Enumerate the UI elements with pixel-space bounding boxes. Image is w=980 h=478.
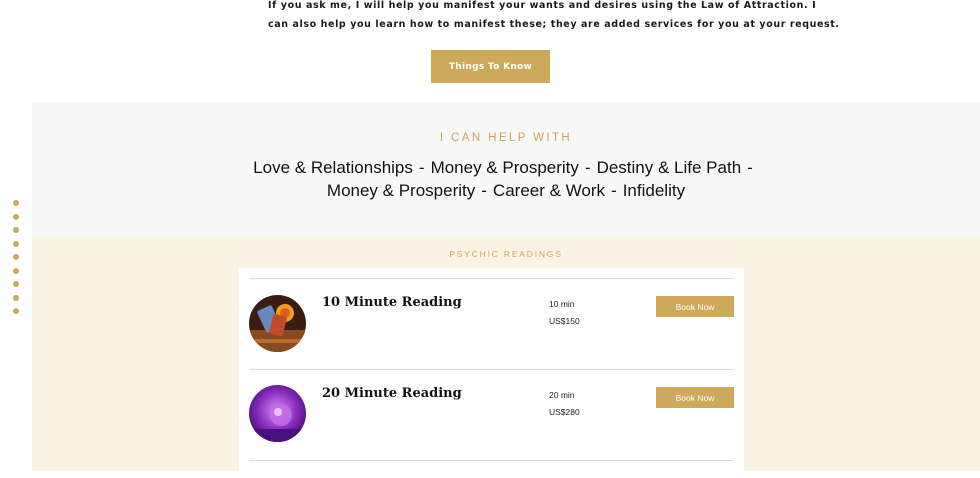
readings-section: PSYCHIC READINGS 10 Minute Reading 10 mi… [32, 236, 980, 478]
topic-career: Career & Work [492, 181, 606, 200]
help-title: I CAN HELP WITH [439, 132, 573, 144]
intro-line-2: can also help you learn how to manifest … [268, 19, 840, 30]
intro-line-1: If you ask me, I will help you manifest … [268, 0, 817, 11]
topic-money: Money & Prosperity [430, 158, 579, 177]
help-section: I CAN HELP WITH Love & Relationships - Mon… [32, 102, 980, 236]
service-image-crystal[interactable] [249, 385, 306, 442]
help-topics-row-1: Love & Relationships - Money & Prosperity -… [253, 158, 753, 177]
topic-destiny: Destiny & Life Path [596, 158, 742, 177]
nav-dot[interactable] [13, 254, 19, 260]
service-image-tarot[interactable] [249, 295, 306, 352]
service-price: US$280 [549, 407, 580, 417]
service-duration: 20 min [549, 390, 575, 400]
nav-dot[interactable] [13, 213, 19, 220]
service-name[interactable]: 20 Minute Reading [322, 386, 462, 401]
topic-money-2: Money & Prosperity [326, 181, 476, 200]
nav-dot[interactable] [13, 267, 19, 274]
help-topics-row-2: Money & Prosperity - Career & Work - Infidel… [326, 181, 686, 200]
nav-dot[interactable] [13, 294, 19, 301]
readings-title: PSYCHIC READINGS [449, 249, 563, 259]
help-topics: Love & Relationships - Money & Prosperity -… [32, 156, 980, 202]
topic-love: Love & Relationships [253, 158, 413, 177]
divider [249, 460, 734, 461]
service-name[interactable]: 10 Minute Reading [322, 295, 462, 310]
nav-dot[interactable] [13, 308, 19, 314]
service-item: 10 Minute Reading 10 min US$150 Book Now [239, 279, 744, 369]
book-now-button[interactable]: Book Now [656, 296, 734, 317]
service-duration: 10 min [549, 299, 575, 309]
nav-dot[interactable] [13, 200, 19, 206]
nav-dot[interactable] [13, 240, 19, 247]
side-dot-nav [13, 200, 19, 322]
nav-dot[interactable] [13, 281, 19, 287]
topic-infidelity: Infidelity [622, 181, 686, 200]
things-to-know-button[interactable]: Things To Know [431, 50, 550, 83]
service-price: US$150 [549, 316, 580, 326]
book-now-button[interactable]: Book Now [656, 387, 734, 408]
service-item: 20 Minute Reading 20 min US$280 Book Now [239, 370, 744, 460]
nav-dot[interactable] [13, 227, 19, 233]
service-list: 10 Minute Reading 10 min US$150 Book Now [239, 268, 744, 478]
